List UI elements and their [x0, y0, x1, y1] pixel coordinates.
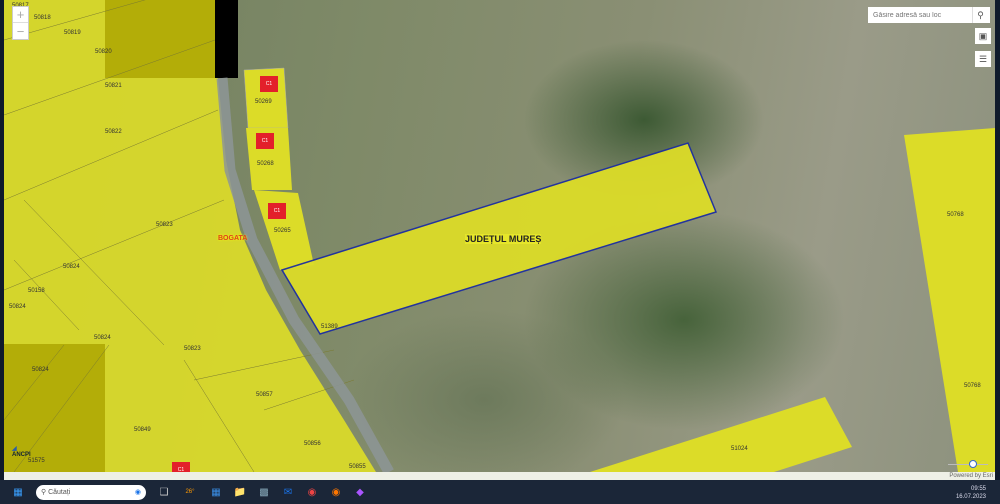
building-c1: C1: [268, 203, 286, 219]
file-explorer-icon[interactable]: 📁: [232, 484, 248, 500]
locality-label: BOGATA: [218, 235, 248, 242]
parcel-label: 50822: [105, 129, 122, 135]
zoom-out-button[interactable]: −: [13, 23, 28, 39]
legend-list-icon[interactable]: ☰: [975, 51, 991, 67]
task-view-icon[interactable]: ❑: [156, 484, 172, 500]
parcel-label: 50824: [32, 367, 49, 373]
parcel-label: 50849: [134, 427, 151, 433]
parcel-label: 50269: [255, 99, 272, 105]
parcel-label: 50821: [105, 83, 122, 89]
building-c1: C1: [260, 76, 278, 92]
outlook-icon[interactable]: ✉: [280, 484, 296, 500]
parcel-label: 50856: [304, 441, 321, 447]
parcel-label: 50855: [349, 464, 366, 470]
parcel-label: 51575: [28, 458, 45, 464]
building-c1: C1: [256, 133, 274, 149]
basemap-gallery-icon[interactable]: ▣: [975, 28, 991, 44]
parcel-label: 50768: [964, 383, 981, 389]
parcel-51024: [590, 397, 852, 472]
taskbar: ▦ ⚲ Căutați ◉ ❑ 26° ▦ 📁 ▩ ✉ ◉ ◉ ◆: [0, 480, 1000, 504]
opacity-slider-handle[interactable]: [969, 460, 977, 468]
firefox-icon[interactable]: ◉: [328, 484, 344, 500]
black-tile: [215, 0, 238, 78]
system-clock[interactable]: 09:55 16.07.2023: [956, 485, 986, 501]
calendar-app-icon[interactable]: ▦: [208, 484, 224, 500]
parcel-label: 50268: [257, 161, 274, 167]
chrome-icon[interactable]: ◉: [304, 484, 320, 500]
ancpi-logo: ◢ ANCPI: [12, 446, 31, 458]
parcel-label: 50824: [94, 335, 111, 341]
parcel-label: 50820: [95, 49, 112, 55]
weather-widget[interactable]: 26°: [180, 484, 200, 500]
parcel-label: 50265: [274, 228, 291, 234]
building-c1: C1: [172, 462, 190, 472]
search-icon[interactable]: ⚲: [972, 7, 988, 23]
county-label: JUDEȚUL MUREȘ: [465, 234, 542, 244]
zoom-in-button[interactable]: +: [13, 7, 28, 23]
parcel-label: 50768: [947, 212, 964, 218]
parcel-label: 50823: [184, 346, 201, 352]
parcel-label: 50818: [34, 15, 51, 21]
taskbar-search-placeholder: Căutați: [48, 488, 71, 496]
parcel-label: 50823: [156, 222, 173, 228]
zoom-control: + −: [12, 6, 29, 40]
attribution[interactable]: Powered by Esri: [4, 472, 995, 480]
parcel-label: 50857: [256, 392, 273, 398]
remote-desktop-icon[interactable]: ▩: [256, 484, 272, 500]
map-view[interactable]: C1 C1 C1 C1 50818 50819 50820 50821 5082…: [4, 0, 995, 472]
bing-icon[interactable]: ◉: [135, 488, 141, 496]
parcel-label: 50824: [63, 264, 80, 270]
parcel-dark-top: [105, 0, 215, 78]
search-icon: ⚲: [41, 489, 49, 496]
taskbar-search[interactable]: ⚲ Căutați ◉: [36, 484, 146, 500]
parcel-50768: [904, 128, 995, 472]
app-drop-icon[interactable]: ◆: [352, 484, 368, 500]
opacity-slider-track[interactable]: [948, 464, 988, 465]
parcel-label: 51389: [321, 324, 338, 330]
parcel-label: 50158: [28, 288, 45, 294]
windows-start-icon[interactable]: ▦: [10, 484, 26, 500]
parcel-label: 51024: [731, 446, 748, 452]
address-search: ⚲: [868, 7, 990, 23]
parcel-label: 50819: [64, 30, 81, 36]
parcel-label: 50824: [9, 304, 26, 310]
address-search-input[interactable]: [868, 11, 972, 19]
